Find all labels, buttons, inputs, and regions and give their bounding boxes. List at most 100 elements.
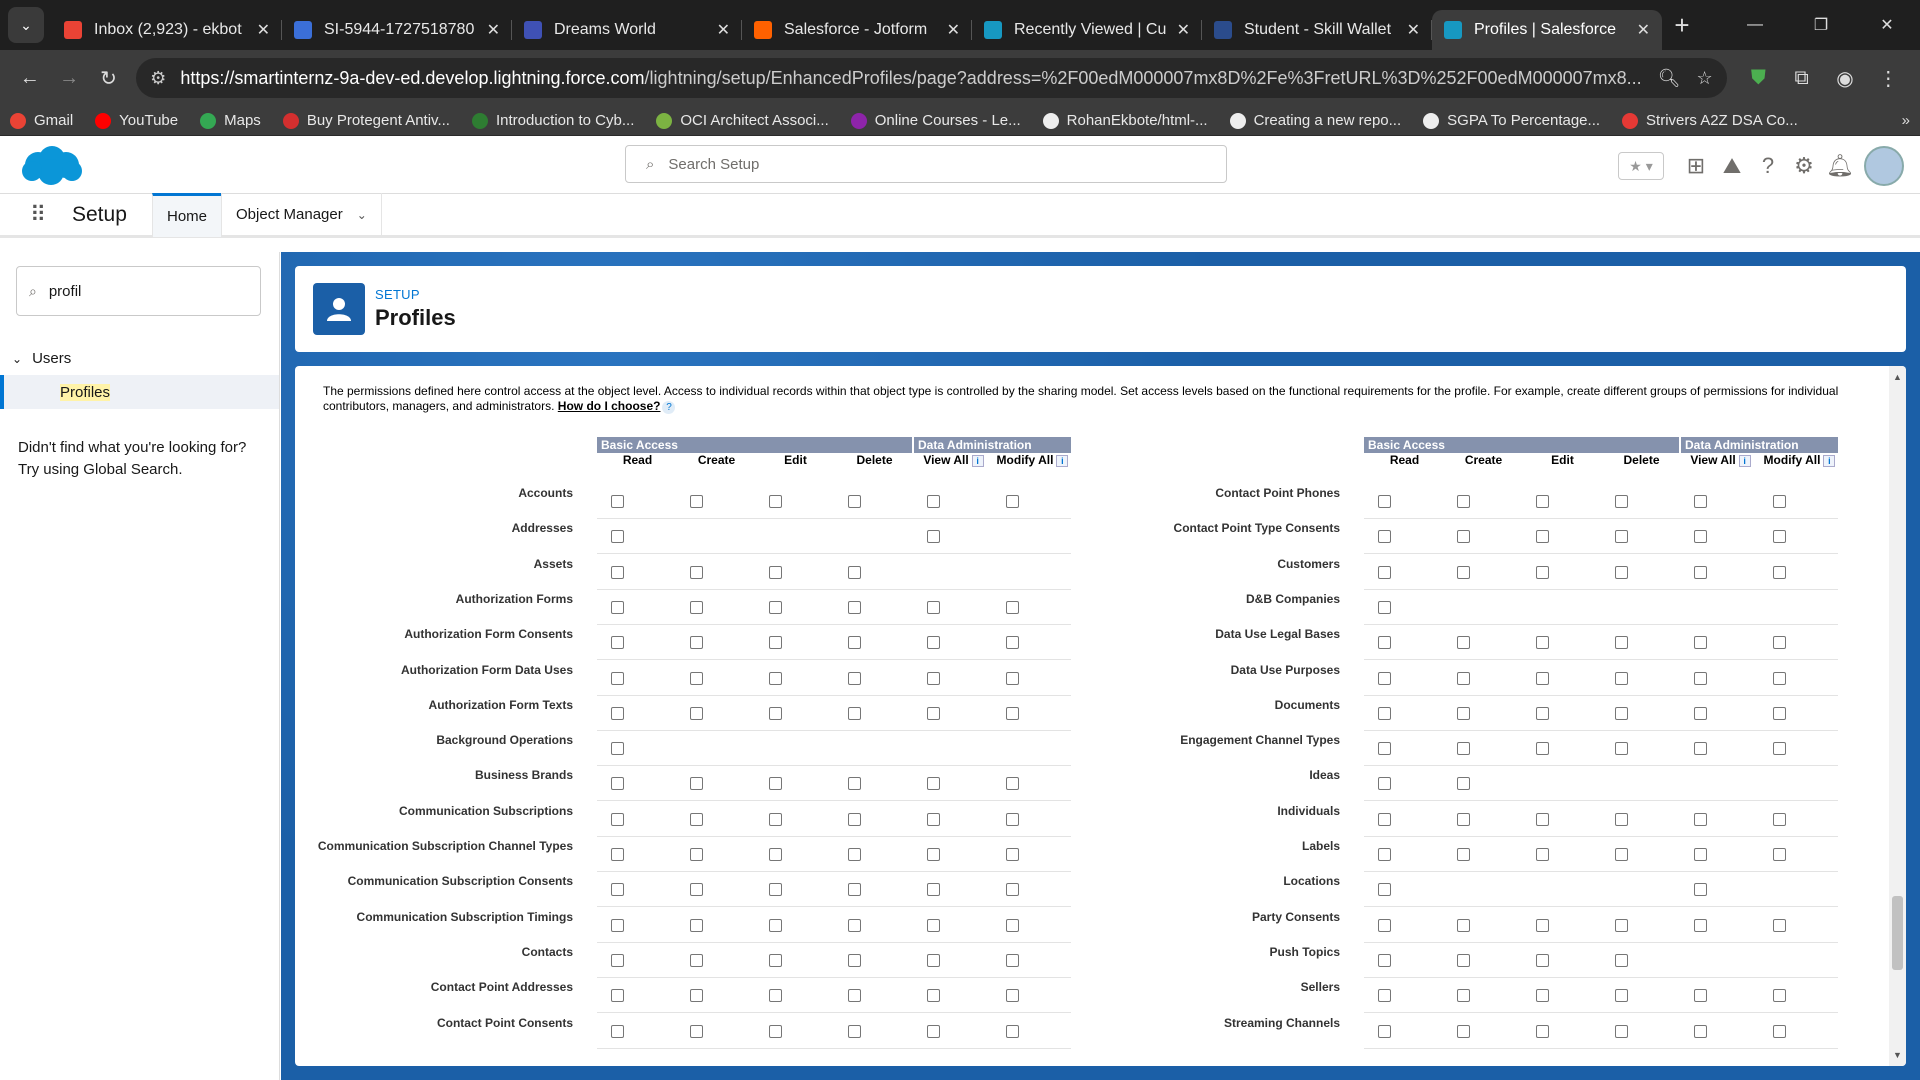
permission-checkbox-delete[interactable] xyxy=(848,1024,861,1038)
permission-checkbox-read[interactable] xyxy=(611,883,624,897)
user-avatar[interactable] xyxy=(1864,146,1904,186)
permission-checkbox-edit[interactable] xyxy=(1536,742,1549,756)
permission-checkbox-read[interactable] xyxy=(1378,848,1391,861)
permission-checkbox-read[interactable] xyxy=(611,742,624,756)
permission-checkbox-read[interactable] xyxy=(611,812,624,826)
close-tab-icon[interactable]: ✕ xyxy=(1637,20,1650,40)
permission-checkbox-create[interactable] xyxy=(1457,495,1470,508)
permission-checkbox-delete[interactable] xyxy=(848,989,861,1003)
bookmark-item[interactable]: Creating a new repo... xyxy=(1229,112,1401,129)
permission-checkbox-edit[interactable] xyxy=(1536,706,1549,720)
permission-checkbox-read[interactable] xyxy=(611,918,624,932)
tree-node-profiles[interactable]: Profiles xyxy=(0,375,279,409)
scroll-down-icon[interactable]: ▼ xyxy=(1893,1050,1902,1060)
permission-checkbox-delete[interactable] xyxy=(848,706,861,720)
permission-checkbox-edit[interactable] xyxy=(769,812,782,826)
permission-checkbox-create[interactable] xyxy=(1457,1024,1470,1038)
permission-checkbox-delete[interactable] xyxy=(848,918,861,932)
permission-checkbox-view-all[interactable] xyxy=(927,953,940,967)
info-icon[interactable]: i xyxy=(1823,454,1836,467)
permission-checkbox-read[interactable] xyxy=(1378,953,1391,967)
permission-checkbox-edit[interactable] xyxy=(1536,671,1549,685)
permission-checkbox-modify-all[interactable] xyxy=(1006,671,1019,685)
permission-checkbox-modify-all[interactable] xyxy=(1773,495,1786,508)
permission-checkbox-edit[interactable] xyxy=(769,671,782,685)
close-window-icon[interactable]: ✕ xyxy=(1854,15,1920,35)
permission-checkbox-modify-all[interactable] xyxy=(1773,706,1786,720)
permission-checkbox-view-all[interactable] xyxy=(1694,918,1707,932)
permission-checkbox-create[interactable] xyxy=(690,989,703,1003)
chevron-down-icon[interactable]: ⌄ xyxy=(357,208,367,222)
permission-checkbox-edit[interactable] xyxy=(769,989,782,1003)
permission-checkbox-modify-all[interactable] xyxy=(1773,989,1786,1003)
permission-checkbox-modify-all[interactable] xyxy=(1006,883,1019,897)
permission-checkbox-delete[interactable] xyxy=(848,636,861,650)
permission-checkbox-edit[interactable] xyxy=(769,600,782,614)
permission-checkbox-edit[interactable] xyxy=(1536,848,1549,861)
close-tab-icon[interactable]: ✕ xyxy=(947,20,960,40)
permission-checkbox-view-all[interactable] xyxy=(1694,1024,1707,1038)
permission-checkbox-delete[interactable] xyxy=(848,953,861,967)
permission-checkbox-delete[interactable] xyxy=(1615,989,1628,1003)
app-launcher-icon[interactable]: ⠿ xyxy=(30,202,60,228)
permission-checkbox-view-all[interactable] xyxy=(1694,495,1707,508)
permission-checkbox-modify-all[interactable] xyxy=(1773,671,1786,685)
info-icon[interactable]: i xyxy=(1738,454,1751,467)
permission-checkbox-view-all[interactable] xyxy=(927,600,940,614)
permission-checkbox-modify-all[interactable] xyxy=(1773,1024,1786,1038)
permission-checkbox-delete[interactable] xyxy=(848,883,861,897)
permission-checkbox-read[interactable] xyxy=(1378,989,1391,1003)
permission-checkbox-create[interactable] xyxy=(1457,777,1470,791)
permission-checkbox-read[interactable] xyxy=(1378,1024,1391,1038)
permission-checkbox-view-all[interactable] xyxy=(927,495,940,508)
help-icon[interactable]: ? xyxy=(662,401,676,414)
permission-checkbox-create[interactable] xyxy=(1457,742,1470,756)
permission-checkbox-create[interactable] xyxy=(1457,636,1470,650)
permission-checkbox-create[interactable] xyxy=(1457,989,1470,1003)
permission-checkbox-read[interactable] xyxy=(1378,565,1391,579)
permission-checkbox-read[interactable] xyxy=(611,636,624,650)
bookmark-item[interactable]: RohanEkbote/html-... xyxy=(1042,112,1208,129)
permission-checkbox-read[interactable] xyxy=(611,706,624,720)
permission-checkbox-view-all[interactable] xyxy=(1694,530,1707,544)
tab-home[interactable]: Home xyxy=(152,192,222,237)
permission-checkbox-modify-all[interactable] xyxy=(1773,636,1786,650)
info-icon[interactable]: i xyxy=(1056,454,1069,467)
permission-checkbox-view-all[interactable] xyxy=(927,777,940,791)
permission-checkbox-delete[interactable] xyxy=(848,671,861,685)
browser-tab[interactable]: SI-5944-1727518780 ✕ xyxy=(282,10,512,50)
restore-icon[interactable]: ❐ xyxy=(1788,15,1854,35)
zoom-icon[interactable]: 🔍︎ xyxy=(1658,68,1681,89)
favorites-button[interactable]: ★ ▾ xyxy=(1618,152,1664,180)
bookmark-item[interactable]: YouTube xyxy=(95,112,178,129)
permission-checkbox-modify-all[interactable] xyxy=(1773,565,1786,579)
bookmark-star-icon[interactable]: ☆ xyxy=(1697,68,1713,89)
permission-checkbox-view-all[interactable] xyxy=(927,671,940,685)
permission-checkbox-modify-all[interactable] xyxy=(1006,812,1019,826)
permission-checkbox-delete[interactable] xyxy=(1615,565,1628,579)
permission-checkbox-create[interactable] xyxy=(1457,706,1470,720)
permission-checkbox-create[interactable] xyxy=(690,812,703,826)
permission-checkbox-read[interactable] xyxy=(1378,671,1391,685)
permission-checkbox-view-all[interactable] xyxy=(1694,706,1707,720)
permission-checkbox-create[interactable] xyxy=(690,1024,703,1038)
permission-checkbox-edit[interactable] xyxy=(769,706,782,720)
permission-checkbox-delete[interactable] xyxy=(848,495,861,508)
tab-search-button[interactable]: ⌄ xyxy=(8,7,44,43)
permission-checkbox-view-all[interactable] xyxy=(927,636,940,650)
permission-checkbox-create[interactable] xyxy=(1457,918,1470,932)
permission-checkbox-delete[interactable] xyxy=(1615,742,1628,756)
permission-checkbox-create[interactable] xyxy=(690,918,703,932)
permission-checkbox-view-all[interactable] xyxy=(1694,812,1707,826)
browser-tab[interactable]: Dreams World ✕ xyxy=(512,10,742,50)
new-tab-button[interactable]: + xyxy=(1662,10,1702,41)
quick-find-input[interactable]: ⌕ profil xyxy=(16,266,261,316)
more-bookmarks-icon[interactable]: » xyxy=(1902,112,1910,129)
minimize-icon[interactable]: — xyxy=(1722,16,1788,34)
permission-checkbox-delete[interactable] xyxy=(848,565,861,579)
permission-checkbox-delete[interactable] xyxy=(1615,530,1628,544)
url-bar[interactable]: ⚙ https://smartinternz-9a-dev-ed.develop… xyxy=(136,58,1727,98)
permission-checkbox-modify-all[interactable] xyxy=(1773,918,1786,932)
setup-gear-icon[interactable]: ⚙ xyxy=(1786,153,1822,179)
permission-checkbox-delete[interactable] xyxy=(1615,495,1628,508)
